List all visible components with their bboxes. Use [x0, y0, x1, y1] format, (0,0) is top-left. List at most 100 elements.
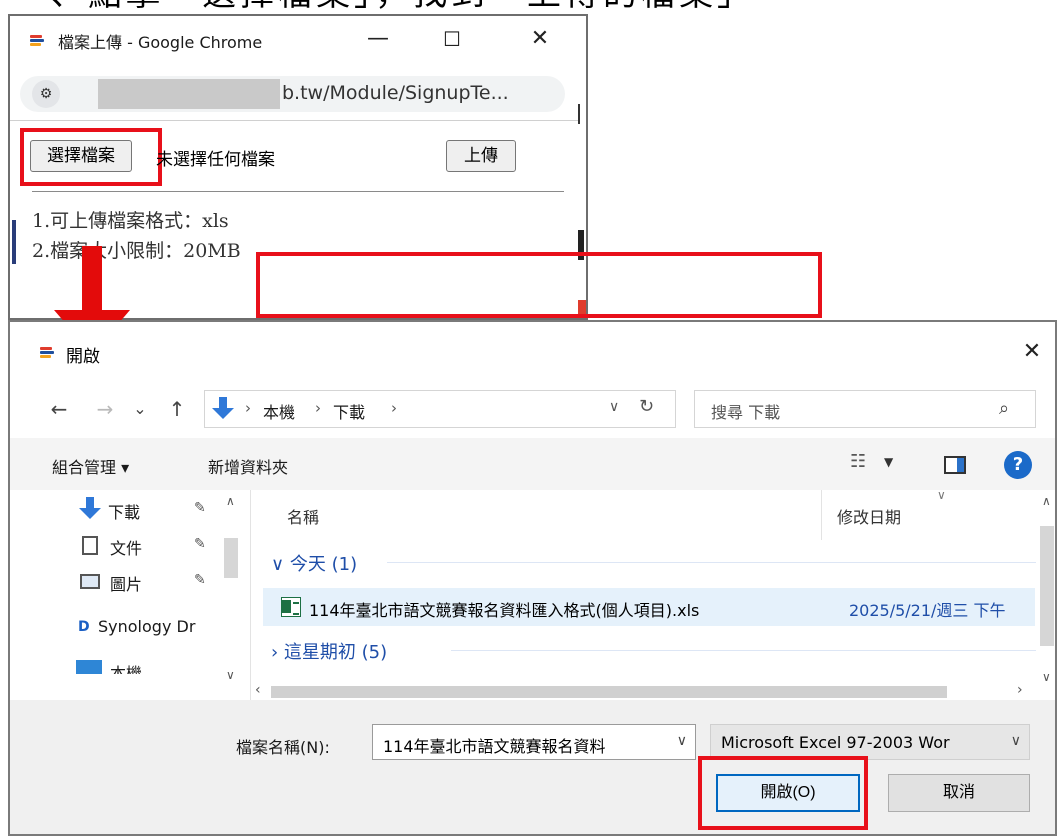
- chevron-right-icon[interactable]: ›: [245, 399, 251, 417]
- group-label: 今天 (1): [289, 554, 358, 575]
- sort-chevron-icon: ∨: [937, 488, 946, 502]
- breadcrumb-item[interactable]: 下載: [333, 399, 365, 423]
- view-options-icon[interactable]: ☷: [850, 451, 866, 472]
- sidebar-item-label: 下載: [108, 503, 141, 522]
- search-input[interactable]: 搜尋 下載 ⌕: [694, 390, 1036, 428]
- group-header-today[interactable]: ∨ 今天 (1): [271, 550, 357, 576]
- chevron-right-icon[interactable]: ›: [315, 399, 321, 417]
- group-divider: [387, 562, 1037, 563]
- chevron-right-icon[interactable]: ›: [391, 399, 397, 417]
- sidebar-item-label: 圖片: [110, 575, 143, 594]
- pin-icon: ✎: [194, 536, 206, 552]
- pin-icon: ✎: [194, 572, 206, 588]
- sidebar-item-pictures[interactable]: 圖片 ✎: [10, 564, 220, 598]
- minimize-icon[interactable]: —: [358, 24, 398, 54]
- chevron-down-icon[interactable]: ∨: [1011, 733, 1021, 749]
- sidebar-item-label: Synology Dr: [98, 617, 196, 636]
- column-header-modified[interactable]: 修改日期: [837, 504, 901, 528]
- download-icon: [211, 396, 235, 422]
- filename-value: 114年臺北市語文競賽報名資料: [383, 737, 606, 756]
- breadcrumb[interactable]: › 本機 › 下載 › ∨ ↻: [204, 390, 676, 428]
- instruction-caption: 一、點擊「選擇檔案」，找到「上傳的檔案」: [0, 0, 1057, 14]
- recent-locations-button[interactable]: ⌄: [128, 394, 152, 424]
- form-divider: [32, 191, 564, 192]
- sidebar-item-documents[interactable]: 文件 ✎: [10, 528, 220, 562]
- group-label: 這星期初 (5): [283, 642, 388, 663]
- scrollbar-thumb[interactable]: [224, 538, 238, 578]
- column-header-name[interactable]: 名稱: [287, 504, 319, 528]
- dialog-footer: [10, 700, 1055, 834]
- chevron-right-icon[interactable]: ›: [1017, 682, 1023, 698]
- upload-form-row: 選擇檔案 未選擇任何檔案 上傳: [10, 122, 586, 186]
- breadcrumb-item[interactable]: 本機: [263, 399, 295, 423]
- excel-file-icon: [281, 597, 301, 617]
- organize-menu[interactable]: 組合管理 ▾: [52, 454, 129, 478]
- highlight-box: [20, 128, 162, 186]
- close-icon[interactable]: ✕: [1014, 334, 1050, 370]
- close-icon[interactable]: ✕: [520, 24, 560, 54]
- dialog-title: 開啟: [66, 347, 100, 367]
- app-logo-icon: [40, 346, 54, 360]
- sidebar-item-label: 文件: [110, 539, 143, 558]
- site-info-icon[interactable]: ⚙: [32, 80, 60, 108]
- filename-input[interactable]: 114年臺北市語文競賽報名資料 ∨: [372, 724, 696, 760]
- upload-button[interactable]: 上傳: [446, 140, 516, 172]
- horizontal-scrollbar[interactable]: ‹ ›: [251, 682, 1036, 702]
- chevron-down-icon[interactable]: ∨: [609, 399, 619, 415]
- chevron-down-icon[interactable]: ∨: [1042, 670, 1051, 684]
- scrollbar[interactable]: ∧ ∨: [1036, 490, 1055, 690]
- scrollbar[interactable]: ∧ ∨: [222, 490, 242, 690]
- up-button[interactable]: ↑: [162, 394, 192, 424]
- synology-icon: D: [78, 619, 90, 635]
- column-divider[interactable]: [821, 490, 822, 540]
- file-name: 114年臺北市語文競賽報名資料匯入格式(個人項目).xls: [309, 601, 700, 620]
- refresh-icon[interactable]: ↻: [639, 396, 654, 417]
- new-folder-button[interactable]: 新增資料夾: [208, 454, 288, 478]
- sidebar-item-label: 本機: [110, 664, 143, 674]
- search-placeholder: 搜尋 下載: [711, 403, 781, 422]
- group-header-this-week[interactable]: › 這星期初 (5): [271, 638, 387, 664]
- dialog-toolbar: 組合管理 ▾ 新增資料夾 ☷ ▼ ?: [10, 438, 1055, 490]
- forward-button[interactable]: →: [90, 394, 120, 424]
- chrome-title-bar: 檔案上傳 - Google Chrome — ☐ ✕: [10, 16, 586, 68]
- address-bar: ⚙ b.tw/Module/SignupTe...: [10, 68, 586, 120]
- computer-icon: [76, 660, 102, 674]
- file-type-value: Microsoft Excel 97-2003 Wor: [721, 733, 950, 752]
- chevron-up-icon[interactable]: ∧: [226, 494, 235, 508]
- pin-icon: ✎: [194, 500, 206, 516]
- group-divider: [451, 650, 1037, 651]
- chevron-down-icon[interactable]: ∨: [677, 733, 687, 749]
- sidebar-item-downloads[interactable]: 下載 ✎: [10, 492, 220, 526]
- filename-label: 檔案名稱(N):: [236, 738, 330, 757]
- chevron-down-icon[interactable]: ▼: [884, 455, 893, 469]
- highlight-box: [256, 252, 822, 318]
- cancel-button[interactable]: 取消: [888, 774, 1030, 812]
- back-button[interactable]: ←: [44, 394, 74, 424]
- no-file-label: 未選擇任何檔案: [156, 150, 275, 170]
- sidebar-item-this-pc[interactable]: 本機: [10, 650, 220, 674]
- open-file-dialog: 開啟 ✕ ← → ⌄ ↑ › 本機 › 下載 › ∨ ↻ 搜尋 下載 ⌕ 組合管…: [8, 320, 1057, 836]
- background-fragment: [578, 104, 586, 124]
- file-type-select[interactable]: Microsoft Excel 97-2003 Wor ∨: [710, 724, 1030, 760]
- note-format: 1.可上傳檔案格式：xls: [32, 210, 229, 232]
- sidebar-item-synology[interactable]: D Synology Dr: [10, 610, 242, 644]
- preview-pane-icon[interactable]: [944, 456, 966, 474]
- maximize-icon[interactable]: ☐: [432, 24, 472, 54]
- url-text[interactable]: b.tw/Module/SignupTe...: [282, 82, 509, 104]
- highlight-box: [698, 756, 868, 830]
- chevron-up-icon[interactable]: ∧: [1042, 494, 1051, 508]
- chevron-left-icon[interactable]: ‹: [255, 682, 261, 698]
- scrollbar-thumb[interactable]: [1040, 526, 1054, 646]
- help-icon[interactable]: ?: [1004, 451, 1032, 479]
- window-title: 檔案上傳 - Google Chrome: [58, 33, 263, 52]
- divider: [10, 120, 586, 121]
- file-modified-date: 2025/5/21/週三 下午: [849, 601, 1006, 620]
- search-icon[interactable]: ⌕: [999, 398, 1009, 419]
- background-fragment: [12, 220, 16, 264]
- download-icon: [78, 496, 102, 522]
- scrollbar-thumb[interactable]: [271, 686, 947, 698]
- omnibox[interactable]: ⚙ b.tw/Module/SignupTe...: [20, 76, 565, 112]
- picture-icon: [80, 574, 100, 589]
- file-row[interactable]: 114年臺北市語文競賽報名資料匯入格式(個人項目).xls 2025/5/21/…: [263, 588, 1035, 626]
- chevron-down-icon[interactable]: ∨: [226, 668, 235, 682]
